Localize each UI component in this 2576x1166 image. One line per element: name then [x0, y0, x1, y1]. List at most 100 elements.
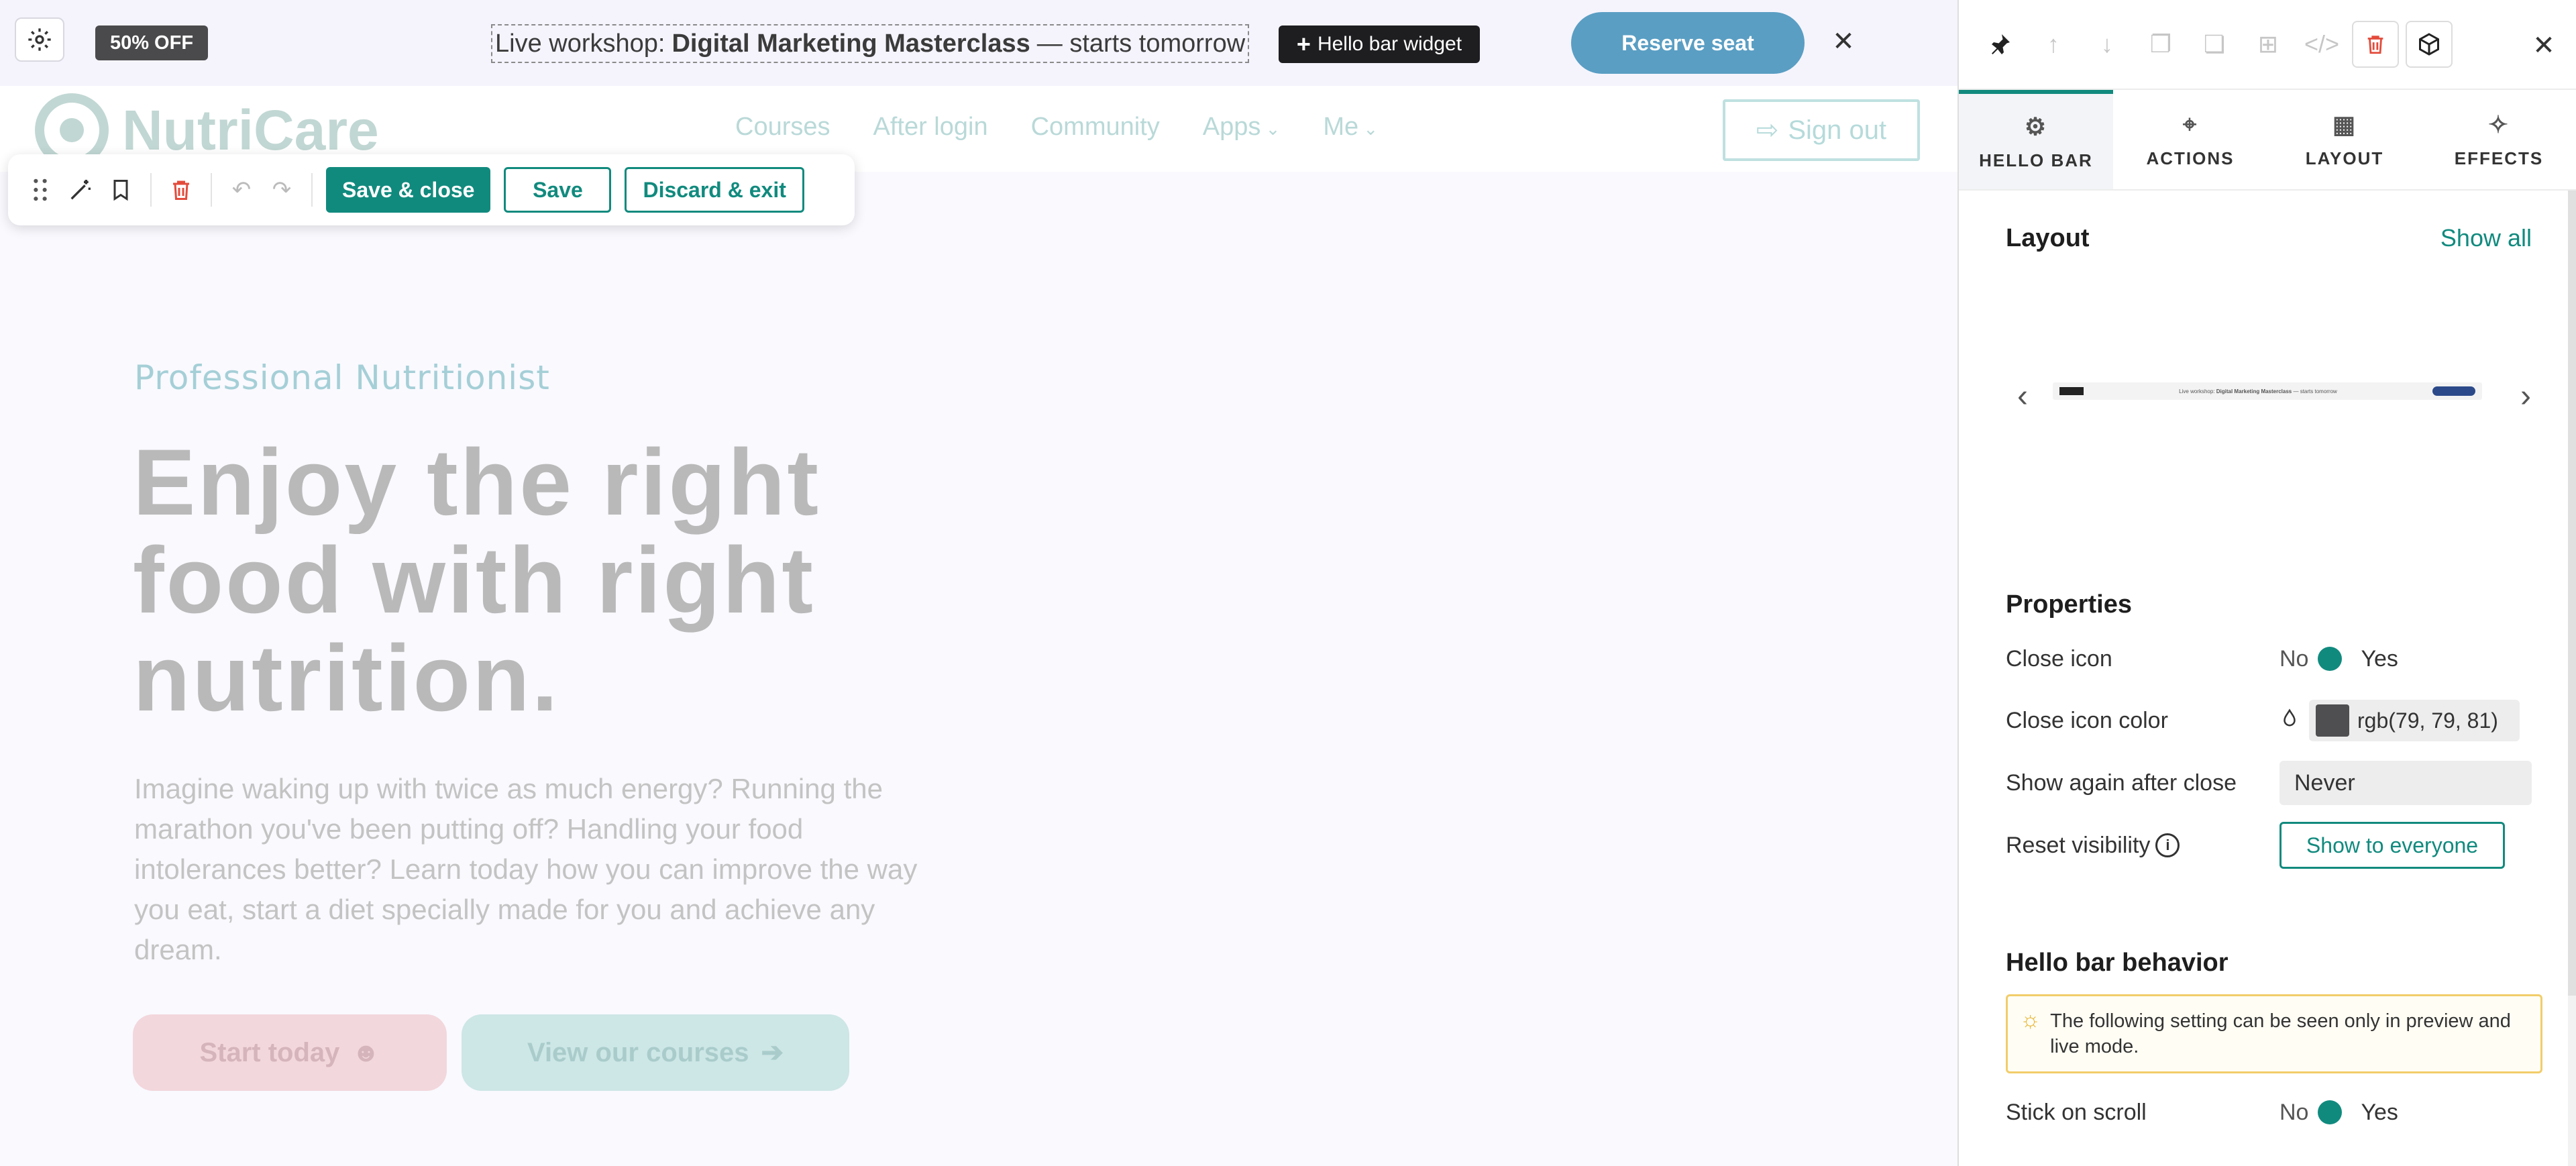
show-to-everyone-button[interactable]: Show to everyone [2279, 822, 2505, 869]
panel-scrollbar[interactable] [2568, 191, 2576, 1166]
settings-panel: ↑ ↓ ❐ ❏ ⊞ </> ✕ ⚙ HELLO BAR ⌖ ACTIONS ▦ … [1957, 0, 2576, 1166]
nav-item-me[interactable]: Me ⌄ [1323, 113, 1378, 142]
sign-out-label: Sign out [1788, 115, 1887, 145]
grid-icon: ▦ [2332, 110, 2357, 138]
cursor-click-icon: ⌖ [2182, 110, 2198, 138]
redo-icon[interactable]: ↷ [262, 170, 302, 210]
toggle-knob [2318, 1100, 2343, 1124]
show-again-select[interactable]: Never [2279, 761, 2532, 805]
gear-icon [28, 28, 51, 51]
save-button[interactable]: Save [504, 167, 612, 213]
layout-carousel: ‹ Live workshop: Digital Marketing Maste… [2006, 376, 2542, 416]
properties-section-title: Properties [2006, 590, 2132, 619]
behavior-section-title: Hello bar behavior [2006, 949, 2229, 977]
discard-and-exit-button[interactable]: Discard & exit [625, 167, 804, 213]
hello-bar[interactable]: 50% OFF Live workshop: Digital Marketing… [0, 0, 1957, 86]
discount-badge: 50% OFF [95, 25, 208, 60]
hero-subtitle: Professional Nutritionist [134, 358, 550, 397]
droplet-icon[interactable] [2279, 706, 2300, 736]
editor-toolbar: ↶ ↷ Save & close Save Discard & exit [8, 154, 855, 225]
info-icon[interactable]: i [2155, 833, 2180, 857]
sparkle-icon: ✧ [2487, 110, 2510, 138]
pin-icon[interactable] [1976, 21, 2023, 68]
gear-icon: ⚙ [2024, 112, 2048, 140]
close-icon-toggle[interactable]: No Yes [2279, 645, 2398, 672]
toggle-no-label: No [2279, 1099, 2309, 1125]
trash-icon[interactable] [161, 170, 201, 210]
tab-label: EFFECTS [2454, 148, 2544, 168]
plus-icon: + [1296, 30, 1311, 58]
chevron-down-icon: ⌄ [1358, 119, 1379, 139]
nav-item-after-login[interactable]: After login [873, 113, 988, 142]
trash-icon[interactable] [2352, 21, 2399, 68]
tab-hello-bar[interactable]: ⚙ HELLO BAR [1959, 90, 2113, 189]
start-today-button[interactable]: Start today ☻ [133, 1014, 447, 1091]
view-courses-label: View our courses [527, 1037, 749, 1067]
page-canvas: 50% OFF Live workshop: Digital Marketing… [0, 0, 1957, 1166]
reset-visibility-label: Reset visibility [2006, 832, 2151, 858]
close-icon-color-label: Close icon color [2006, 707, 2168, 733]
view-courses-button[interactable]: View our courses ➔ [462, 1014, 849, 1091]
stick-on-scroll-row: Stick on scroll No Yes [2006, 1091, 2542, 1134]
widget-tag-label: Hello bar widget [1317, 33, 1462, 55]
drag-handle-icon[interactable] [20, 170, 60, 210]
preview-notice: ☼ The following setting can be seen only… [2006, 994, 2542, 1073]
tab-effects[interactable]: ✧ EFFECTS [2422, 90, 2576, 189]
chevron-left-icon[interactable]: ‹ [2006, 376, 2039, 416]
copy-icon[interactable]: ❐ [2137, 21, 2184, 68]
duplicate-icon[interactable]: ❏ [2191, 21, 2238, 68]
reset-visibility-label-wrap: Reset visibility i [2006, 833, 2279, 859]
widget-tag[interactable]: + Hello bar widget [1279, 25, 1480, 63]
hero-body: Imagine waking up with twice as much ene… [134, 773, 918, 965]
logo-text: NutriCare [122, 98, 379, 162]
hero-title: Enjoy the right food with right nutritio… [133, 429, 820, 731]
arrow-down-icon[interactable]: ↓ [2084, 21, 2131, 68]
add-copy-icon[interactable]: ⊞ [2245, 21, 2292, 68]
tab-label: HELLO BAR [1979, 150, 2093, 170]
bookmark-icon[interactable] [101, 170, 141, 210]
nav-item-community[interactable]: Community [1031, 113, 1160, 142]
tab-layout[interactable]: ▦ LAYOUT [2267, 90, 2422, 189]
chevron-down-icon: ⌄ [1260, 119, 1281, 139]
nav-item-courses[interactable]: Courses [735, 113, 830, 142]
arrow-up-icon[interactable]: ↑ [2030, 21, 2077, 68]
toggle-yes-label: Yes [2361, 1099, 2398, 1125]
close-icon-row: Close icon No Yes [2006, 637, 2542, 680]
sign-out-button[interactable]: ⇨ Sign out [1723, 99, 1920, 161]
chevron-right-icon[interactable]: › [2509, 376, 2542, 416]
layout-preview-thumbnail[interactable]: Live workshop: Digital Marketing Masterc… [2053, 382, 2482, 400]
arrow-right-circle-icon: ➔ [761, 1038, 784, 1067]
close-icon-color-row: Close icon color rgb(79, 79, 81) [2006, 699, 2542, 742]
show-all-link[interactable]: Show all [2440, 224, 2532, 252]
message-highlight: Digital Marketing Masterclass [672, 29, 1030, 58]
nav-item-apps[interactable]: Apps ⌄ [1203, 113, 1281, 142]
close-icon-color-field[interactable]: rgb(79, 79, 81) [2309, 700, 2520, 741]
tab-label: LAYOUT [2305, 148, 2384, 168]
message-prefix: Live workshop: [495, 29, 665, 58]
site-nav: Courses After login Community Apps ⌄ Me … [735, 113, 1378, 142]
notice-text: The following setting can be seen only i… [2050, 1010, 2511, 1057]
package-icon[interactable] [2406, 21, 2453, 68]
undo-icon[interactable]: ↶ [221, 170, 262, 210]
code-icon[interactable]: </> [2298, 21, 2345, 68]
sign-out-icon: ⇨ [1756, 115, 1779, 145]
layout-section-title: Layout [2006, 224, 2090, 252]
tab-actions[interactable]: ⌖ ACTIONS [2113, 90, 2267, 189]
hello-bar-settings-button[interactable] [15, 17, 64, 62]
show-again-row: Show again after close Never [2006, 761, 2542, 805]
color-swatch[interactable] [2316, 704, 2349, 737]
toggle-knob [2318, 647, 2343, 671]
show-again-label: Show again after close [2006, 770, 2237, 796]
magic-wand-icon[interactable] [60, 170, 101, 210]
toggle-no-label: No [2279, 645, 2309, 672]
close-panel-icon[interactable]: ✕ [2525, 27, 2563, 64]
tab-label: ACTIONS [2146, 148, 2235, 168]
stick-on-scroll-toggle[interactable]: No Yes [2279, 1099, 2398, 1126]
hello-bar-message[interactable]: Live workshop: Digital Marketing Masterc… [491, 24, 1250, 63]
panel-toolbar: ↑ ↓ ❐ ❏ ⊞ </> ✕ [1959, 0, 2576, 90]
save-and-close-button[interactable]: Save & close [326, 167, 491, 213]
panel-tabs: ⚙ HELLO BAR ⌖ ACTIONS ▦ LAYOUT ✧ EFFECTS [1959, 90, 2576, 191]
reserve-seat-button[interactable]: Reserve seat [1571, 12, 1805, 74]
close-icon[interactable]: ✕ [1826, 24, 1861, 59]
lightbulb-icon: ☼ [2020, 1007, 2041, 1032]
